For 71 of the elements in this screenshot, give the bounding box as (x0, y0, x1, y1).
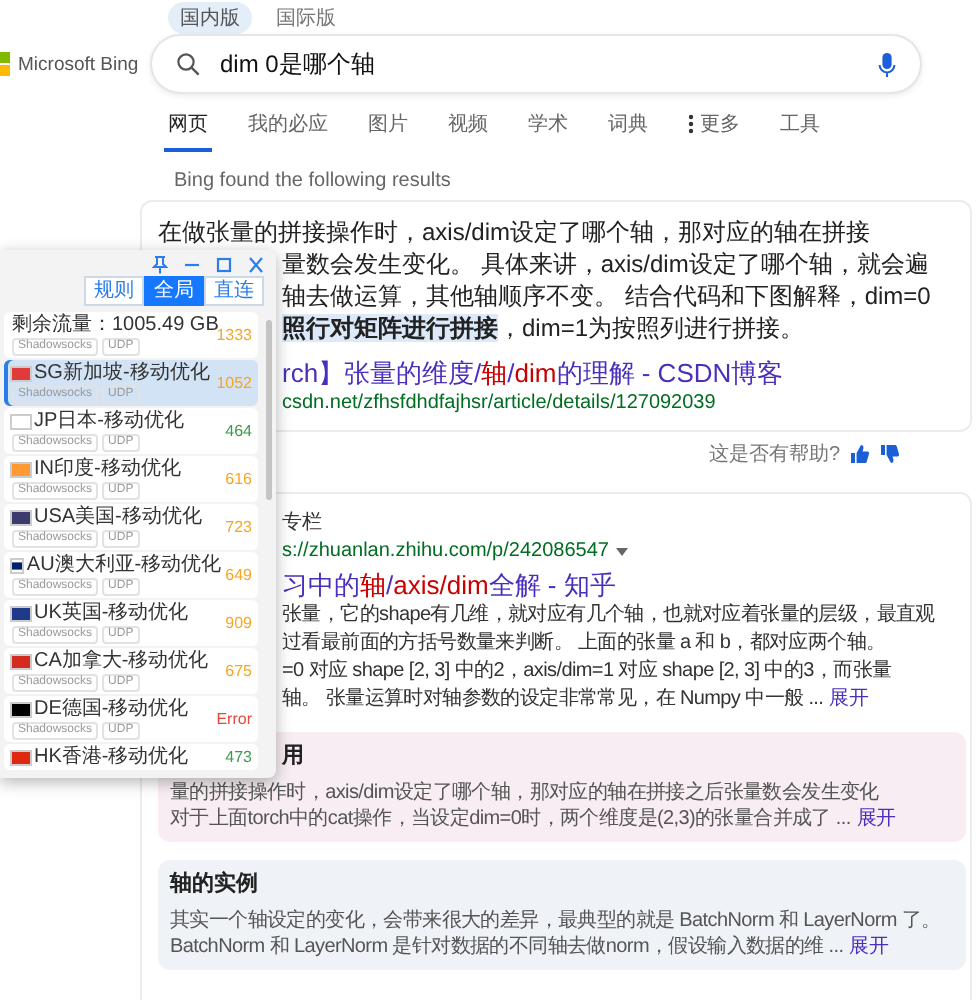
answer-text: 在做张量的拼接操作时，axis/dim设定了哪个轴，那对应的轴在拼接 (158, 216, 871, 248)
server-name: JP日本-移动优化 (34, 410, 184, 432)
server-name: UK英国-移动优化 (34, 602, 189, 624)
maximize-icon[interactable] (216, 256, 232, 274)
result-url[interactable]: s://zhuanlan.zhihu.com/p/242086547 (282, 538, 609, 564)
latency-text: 675 (225, 662, 252, 680)
nav-tab[interactable]: 学术 (524, 110, 572, 152)
expand-link[interactable]: 展开 (856, 808, 896, 830)
nav-tab[interactable]: 工具 (776, 110, 824, 152)
latency-text: 1052 (216, 374, 252, 392)
server-name: IN印度-移动优化 (34, 458, 181, 480)
mode-tab[interactable]: 直连 (204, 276, 264, 306)
close-icon[interactable] (248, 256, 264, 274)
latency-text: 1333 (216, 326, 252, 344)
nav-tab[interactable]: 图片 (364, 110, 412, 152)
result-url: csdn.net/zfhsfdhdfajhsr/article/details/127092039 (282, 390, 716, 416)
latency-text: Error (216, 710, 252, 728)
nav-tab[interactable]: 更多 (684, 110, 744, 152)
snippet-text: 其实一个轴设定的变化，会带来很大的差异，最典型的就是 BatchNorm 和 LayerNorm 了。 (170, 908, 941, 934)
server-name: 剩余流量：1005.49 GB (12, 314, 219, 336)
latency-text: 616 (225, 470, 252, 488)
result-source: 专栏 (282, 509, 322, 536)
nav-tab[interactable]: 视频 (444, 110, 492, 152)
logo-text: Microsoft Bing (18, 53, 139, 75)
mode-tab[interactable]: 规则 (84, 276, 144, 306)
result-title-link[interactable]: 习中的轴/axis/dim全解 - 知乎 (282, 568, 616, 602)
snippet-text: 轴。 张量运算时对轴参数的设定非常常见，在 Numpy 中一般 ... 展开 (282, 686, 869, 714)
latency-text: 909 (225, 614, 252, 632)
snippet-text: BatchNorm 和 LayerNorm 是针对数据的不同轴去做norm，假设输入数据的维 ... 展开 (170, 934, 889, 960)
logo-icon (0, 52, 12, 76)
latency-text: 464 (225, 422, 252, 440)
snippet-text: 对于上面torch中的cat操作，当设定dim=0时，两个维度是(2,3)的张量合并成了 ... 展开 (170, 806, 896, 832)
pin-icon[interactable] (152, 256, 168, 274)
latency-text: 649 (225, 566, 252, 584)
results-heading: Bing found the following results (174, 170, 453, 192)
server-name: AU澳大利亚-移动优化 (26, 554, 222, 576)
thumb-down-icon[interactable] (880, 444, 900, 464)
snippet-text: 过看最前面的方括号数量来判断。 上面的张量 a 和 b，都对应两个轴。 (282, 630, 886, 658)
nav-tab[interactable]: 网页 (164, 110, 212, 152)
thumb-up-icon[interactable] (850, 444, 870, 464)
answer-text: 量数会发生变化。 具体来讲，axis/dim设定了哪个轴，就会遍 (282, 248, 929, 280)
section-heading: 轴的实例 (170, 870, 258, 898)
nav-tab[interactable]: 词典 (604, 110, 652, 152)
server-name: CA加拿大-移动优化 (34, 650, 209, 672)
server-name: USA美国-移动优化 (34, 506, 202, 528)
microphone-icon[interactable] (878, 51, 896, 77)
caret-icon[interactable] (616, 547, 629, 555)
region-tab[interactable]: 国际版 (264, 2, 348, 34)
expand-link[interactable]: 展开 (829, 688, 869, 710)
latency-text: 723 (225, 518, 252, 536)
answer-text: 照行对矩阵进行拼接，dim=1为按照列进行拼接。 (282, 312, 805, 344)
search-icon (176, 52, 200, 76)
scrollbar[interactable] (266, 320, 272, 500)
search-field[interactable]: dim 0是哪个轴 (152, 36, 920, 92)
dots-icon (688, 114, 694, 134)
server-name: DE德国-移动优化 (34, 698, 189, 720)
nav-tab[interactable]: 我的必应 (244, 110, 332, 152)
mode-tab[interactable]: 全局 (144, 276, 204, 306)
feedback-prompt: 这是否有帮助? (708, 441, 840, 468)
server-name: SG新加坡-移动优化 (34, 362, 210, 384)
server-item[interactable]: HK香港-移动优化 473 (4, 744, 258, 770)
latency-text: 473 (225, 748, 252, 766)
snippet-text: =0 对应 shape [2, 3] 中的2，axis/dim=1 对应 shape [2, 3] 中的3，而张量 (282, 658, 892, 686)
answer-text: 轴去做运算，其他轴顺序不变。 结合代码和下图解释，dim=0 (282, 280, 931, 312)
result-title-link[interactable]: rch】张量的维度/轴/dim的理解 - CSDN博客 (282, 356, 784, 390)
server-name: HK香港-移动优化 (34, 746, 189, 768)
snippet-text: 量的拼接操作时，axis/dim设定了哪个轴，那对应的轴在拼接之后张量数会发生变化 (170, 780, 879, 806)
expand-link[interactable]: 展开 (849, 936, 889, 958)
section-heading: 用 (282, 742, 304, 770)
region-tab[interactable]: 国内版 (168, 2, 252, 34)
snippet-text: 张量，它的shape有几维，就对应有几个轴，也就对应着张量的层级，最直观 (282, 602, 935, 630)
